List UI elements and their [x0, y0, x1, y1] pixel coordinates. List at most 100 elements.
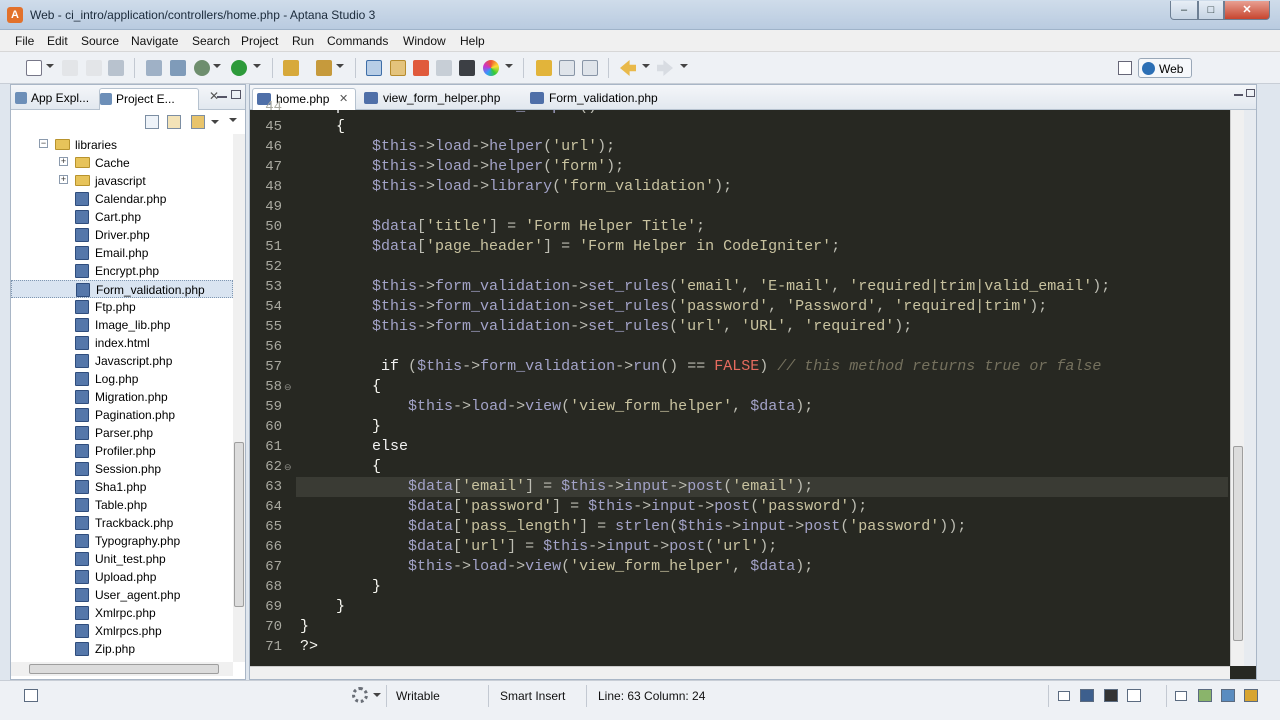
- maximize-editor-icon[interactable]: [1246, 89, 1255, 97]
- tree-horizontal-scrollbar[interactable]: [11, 662, 233, 676]
- tree-item[interactable]: − libraries: [11, 136, 233, 154]
- code-line[interactable]: public function form_helper(): [300, 110, 597, 117]
- tree-item[interactable]: + javascript: [11, 172, 233, 190]
- tree-item[interactable]: Migration.php: [11, 388, 233, 406]
- tree-item[interactable]: Form_validation.php: [11, 280, 233, 298]
- code-line[interactable]: $this->form_validation->set_rules('passw…: [300, 297, 1047, 317]
- tree-item[interactable]: Trackback.php: [11, 514, 233, 532]
- terminal-icon[interactable]: [459, 60, 475, 76]
- menu-source[interactable]: Source: [81, 34, 119, 48]
- code-line[interactable]: if ($this->form_validation->run() == FAL…: [300, 357, 1101, 377]
- print-icon[interactable]: [108, 60, 124, 76]
- code-line[interactable]: $this->load->helper('form');: [300, 157, 624, 177]
- tree-item[interactable]: Calendar.php: [11, 190, 233, 208]
- tab-view-form-helper[interactable]: view_form_helper.php: [360, 88, 520, 110]
- code-line[interactable]: }: [300, 617, 309, 637]
- code-line[interactable]: $this->load->view('view_form_helper', $d…: [300, 397, 813, 417]
- synchronize-icon[interactable]: [170, 60, 186, 76]
- tree-item[interactable]: + Cache: [11, 154, 233, 172]
- run-dropdown-icon[interactable]: [253, 64, 261, 68]
- tree-item[interactable]: Typography.php: [11, 532, 233, 550]
- code-line[interactable]: $this->load->library('form_validation');: [300, 177, 732, 197]
- tree-item[interactable]: Image_lib.php: [11, 316, 233, 334]
- code-line[interactable]: else: [300, 437, 408, 457]
- code-line[interactable]: $data['page_header'] = 'Form Helper in C…: [300, 237, 840, 257]
- expand-icon[interactable]: +: [59, 157, 68, 166]
- restore-icon[interactable]: [1058, 691, 1070, 701]
- tab-project-explorer[interactable]: Project E...: [99, 88, 199, 110]
- tree-item[interactable]: Cart.php: [11, 208, 233, 226]
- run-icon[interactable]: [231, 60, 247, 76]
- gear-icon[interactable]: [352, 687, 368, 703]
- expand-icon[interactable]: +: [59, 175, 68, 184]
- console-icon[interactable]: [1080, 689, 1094, 702]
- new-file-icon[interactable]: [26, 60, 42, 76]
- pencil-icon[interactable]: [316, 60, 332, 76]
- close-button[interactable]: ✕: [1224, 1, 1270, 20]
- back-arrow-icon[interactable]: [620, 60, 636, 76]
- restore-icon[interactable]: [1175, 691, 1187, 701]
- debug-dropdown-icon[interactable]: [213, 64, 221, 68]
- code-line[interactable]: {: [300, 117, 345, 137]
- editor-vertical-scrollbar[interactable]: [1230, 110, 1244, 666]
- code-line[interactable]: {: [300, 377, 381, 397]
- fold-marker-icon[interactable]: ⊖: [284, 462, 292, 473]
- collapse-all-icon[interactable]: [145, 115, 159, 129]
- close-tab-icon[interactable]: ✕: [339, 92, 348, 105]
- outline-view-icon[interactable]: [366, 60, 382, 76]
- new-dropdown-icon[interactable]: [46, 64, 54, 68]
- tree-item[interactable]: Log.php: [11, 370, 233, 388]
- code-line[interactable]: $this->load->helper('url');: [300, 137, 615, 157]
- tree-item[interactable]: Profiler.php: [11, 442, 233, 460]
- menu-edit[interactable]: Edit: [47, 34, 68, 48]
- highlighter-icon[interactable]: [536, 60, 552, 76]
- debug-icon[interactable]: [194, 60, 210, 76]
- tree-item[interactable]: Upload.php: [11, 568, 233, 586]
- tab-form-validation[interactable]: Form_validation.php: [526, 88, 686, 110]
- editor-horizontal-scrollbar[interactable]: [250, 666, 1230, 679]
- code-line[interactable]: }: [300, 577, 381, 597]
- link-editor-icon[interactable]: [167, 115, 181, 129]
- tree-item[interactable]: Table.php: [11, 496, 233, 514]
- menu-file[interactable]: File: [15, 34, 34, 48]
- pencil-dropdown-icon[interactable]: [336, 64, 344, 68]
- tree-item[interactable]: index.html: [11, 334, 233, 352]
- code-line[interactable]: $this->form_validation->set_rules('url',…: [300, 317, 912, 337]
- tree-item[interactable]: Xmlrpcs.php: [11, 622, 233, 640]
- open-perspective-icon[interactable]: [1118, 61, 1132, 75]
- menu-window[interactable]: Window: [403, 34, 446, 48]
- format-icon[interactable]: [559, 60, 575, 76]
- forward-arrow-icon[interactable]: [657, 60, 673, 76]
- tree-item[interactable]: Zip.php: [11, 640, 233, 658]
- code-area[interactable]: public function form_helper() { $this->l…: [296, 110, 1230, 666]
- tree-item[interactable]: Encrypt.php: [11, 262, 233, 280]
- color-picker-icon[interactable]: [483, 60, 499, 76]
- web-perspective-button[interactable]: Web: [1138, 58, 1192, 78]
- tree-item[interactable]: Pagination.php: [11, 406, 233, 424]
- menu-navigate[interactable]: Navigate: [131, 34, 178, 48]
- code-line[interactable]: $this->form_validation->set_rules('email…: [300, 277, 1110, 297]
- maximize-view-icon[interactable]: [231, 90, 241, 99]
- window-view-icon[interactable]: [1127, 689, 1141, 702]
- open-folder-icon[interactable]: [283, 60, 299, 76]
- code-line[interactable]: $data['url'] = $this->input->post('url')…: [300, 537, 777, 557]
- code-line[interactable]: $this->load->view('view_form_helper', $d…: [300, 557, 813, 577]
- save-all-icon[interactable]: [86, 60, 102, 76]
- save-icon[interactable]: [62, 60, 78, 76]
- project-dropdown-icon[interactable]: [211, 120, 219, 124]
- tree-item[interactable]: Unit_test.php: [11, 550, 233, 568]
- code-line[interactable]: }: [300, 597, 345, 617]
- code-line[interactable]: {: [300, 457, 381, 477]
- tree-item[interactable]: Javascript.php: [11, 352, 233, 370]
- tree-item[interactable]: Xmlrpc.php: [11, 604, 233, 622]
- code-line[interactable]: }: [300, 417, 381, 437]
- scrollbar-thumb[interactable]: [29, 664, 219, 674]
- gear-dropdown-icon[interactable]: [373, 693, 381, 697]
- minimize-view-icon[interactable]: [217, 96, 227, 98]
- color-dropdown-icon[interactable]: [505, 64, 513, 68]
- window-icon[interactable]: [436, 60, 452, 76]
- paragraph-icon[interactable]: [582, 60, 598, 76]
- code-line[interactable]: $data['password'] = $this->input->post('…: [300, 497, 867, 517]
- fold-marker-icon[interactable]: ⊖: [284, 382, 292, 393]
- menu-commands[interactable]: Commands: [327, 34, 388, 48]
